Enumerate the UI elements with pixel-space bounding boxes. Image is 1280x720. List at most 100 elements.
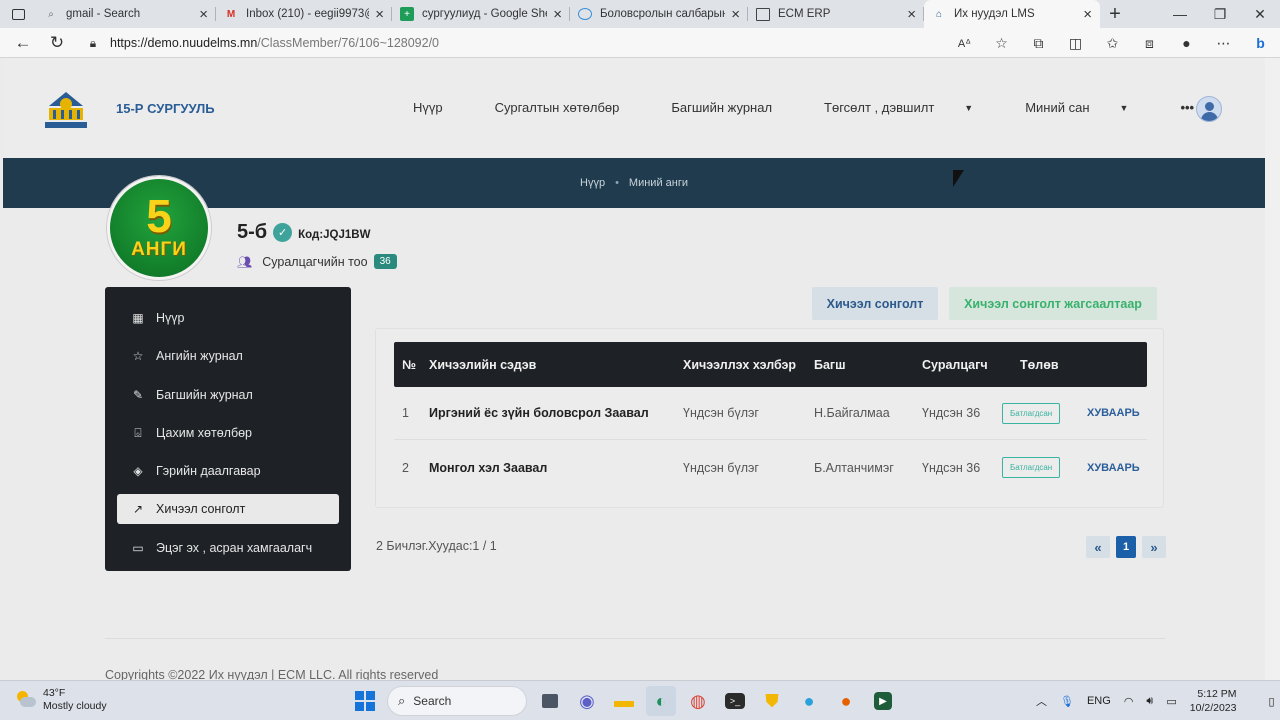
new-tab-icon[interactable]: +	[1100, 0, 1130, 28]
table-row: 2 Монгол хэл Заавал Үндсэн бүлэг Б.Алтан…	[394, 441, 1147, 494]
edge-browser-icon[interactable]: ◐	[646, 686, 676, 716]
sidebar-item-teacher-journal[interactable]: ✎ Багшийн журнал	[105, 376, 351, 414]
pagination-next-button[interactable]: »	[1142, 536, 1166, 558]
cell-form: Үндсэн бүлэг	[683, 460, 759, 475]
lms-icon: ⌂	[935, 8, 943, 20]
sidebar-item-course-selection[interactable]: ↗ Хичээл сонголт	[117, 494, 339, 525]
users-icon: 👥︎	[237, 254, 253, 269]
profile-icon[interactable]: ●	[1168, 35, 1205, 51]
app-icon[interactable]: ▶	[874, 692, 892, 710]
back-icon[interactable]: ←	[6, 33, 40, 53]
task-view-icon[interactable]	[542, 694, 558, 708]
chevron-down-icon: ▼	[1119, 102, 1129, 113]
cell-subject: Иргэний ёс зүйн боловсрол Заавал	[429, 406, 649, 420]
clock-date: 10/2/2023	[1189, 702, 1237, 714]
collections-icon[interactable]: ⧈	[1131, 35, 1168, 52]
weather-widget[interactable]: 43°F Mostly cloudy	[16, 687, 107, 713]
school-name[interactable]: 15-Р СУРГУУЛЬ	[116, 101, 215, 116]
tab-education-sector[interactable]: Боловсролын салбарын ме ×	[570, 0, 748, 28]
maximize-icon[interactable]: ❐	[1200, 0, 1240, 28]
school-logo-icon[interactable]	[41, 90, 91, 132]
security-shield-icon[interactable]: ⛊	[757, 686, 787, 716]
tab-title: Боловсролын салбарын ме	[600, 8, 726, 20]
sidebar-item-home[interactable]: ▦ Нүүр	[105, 299, 351, 337]
system-tray: ︿ 🎙︎ ENG ◠ 🔊︎ ▭ 5:12 PM 10/2/2023 ▯	[1036, 681, 1280, 720]
more-icon[interactable]: ⋯	[1205, 35, 1242, 52]
url-field[interactable]: 🔒︎ https://demo.nuudelms.mn/ClassMember/…	[84, 32, 1014, 54]
nav-curriculum[interactable]: Сургалтын хөтөлбөр	[495, 100, 646, 115]
teams-chat-icon[interactable]: ◉	[572, 686, 602, 716]
nav-home[interactable]: Нүүр	[413, 100, 469, 115]
close-icon[interactable]: ×	[907, 6, 916, 23]
close-icon[interactable]: ×	[199, 6, 208, 23]
minimize-icon[interactable]: —	[1160, 0, 1200, 28]
pagination-info: 2 Бичлэг.Хуудас:1 / 1	[376, 539, 497, 553]
language-indicator[interactable]: ENG	[1087, 695, 1111, 707]
taskbar-search[interactable]: ⌕ Search	[387, 686, 527, 716]
file-explorer-icon[interactable]: ▬	[609, 686, 639, 716]
tab-gmail-search[interactable]: ⌕ gmail - Search ×	[36, 0, 216, 28]
class-badge: 5 АНГИ	[107, 176, 211, 280]
refresh-icon[interactable]: ↻	[40, 33, 74, 53]
sidebar-item-parents[interactable]: ▭ Эцэг эх , асран хамгаалагч	[105, 528, 351, 566]
tab-sheets[interactable]: + сургуулиуд - Google Sheets ×	[392, 0, 570, 28]
gmail-icon: M	[226, 8, 236, 20]
sidebar-item-e-curriculum[interactable]: ⌺ Цахим хөтөлбөр	[105, 414, 351, 452]
schedule-link[interactable]: ХУВААРЬ	[1087, 387, 1140, 439]
start-button[interactable]	[350, 686, 380, 716]
sidebar-item-class-journal[interactable]: ☆ Ангийн журнал	[105, 337, 351, 375]
wifi-icon[interactable]: ◠	[1124, 695, 1134, 708]
lock-icon: 🔒︎	[89, 35, 97, 50]
address-bar: ← ↻ 🔒︎ https://demo.nuudelms.mn/ClassMem…	[0, 28, 1280, 58]
volume-icon[interactable]: 🔊︎	[1146, 695, 1153, 708]
sidebar-item-label: Нүүр	[156, 311, 185, 326]
browser-toolbar: Aᐞ ☆ ⧉ ◫ ✩ ⧈ ● ⋯ b	[946, 28, 1279, 58]
tab-lms[interactable]: ⌂ Их нуудэл LMS ×	[924, 0, 1100, 28]
notifications-icon[interactable]: ▯	[1268, 695, 1274, 708]
course-selection-button[interactable]: Хичээл сонголт	[812, 287, 938, 320]
firefox-icon[interactable]: ●	[831, 686, 861, 716]
user-avatar[interactable]	[1196, 96, 1222, 122]
window-controls: — ❐ ✕	[1160, 0, 1280, 28]
close-icon[interactable]: ×	[1083, 6, 1092, 23]
tab-ecm-erp[interactable]: ECM ERP ×	[748, 0, 924, 28]
verified-icon: ✓	[273, 223, 293, 242]
course-selection-list-button[interactable]: Хичээл сонголт жагсаалтаар	[949, 287, 1157, 320]
breadcrumb-home[interactable]: Нүүр	[580, 177, 605, 189]
student-count-badge: 36	[373, 254, 397, 269]
sheets-icon: +	[400, 7, 414, 21]
extensions-icon[interactable]: ⧉	[1020, 35, 1057, 52]
pagination-prev-button[interactable]: «	[1086, 536, 1110, 558]
favorite-star-icon[interactable]: ☆	[983, 35, 1020, 52]
split-screen-icon[interactable]: ◫	[1057, 35, 1094, 52]
page-scrollbar[interactable]	[1265, 58, 1280, 680]
terminal-icon[interactable]: >_	[725, 693, 745, 709]
clock[interactable]: 5:12 PM 10/2/2023	[1190, 687, 1250, 715]
close-icon[interactable]: ×	[553, 6, 562, 23]
url-path: /ClassMember/76/106~128092/0	[257, 36, 440, 50]
copilot-icon[interactable]: b	[1242, 35, 1279, 51]
close-icon[interactable]: ×	[375, 6, 384, 23]
close-window-icon[interactable]: ✕	[1240, 0, 1280, 28]
workspaces-icon[interactable]	[0, 0, 36, 28]
telegram-icon[interactable]: ●	[794, 686, 824, 716]
chrome-icon[interactable]: ◍	[683, 686, 713, 716]
favorites-icon[interactable]: ✩	[1094, 35, 1131, 52]
nav-my-library[interactable]: Миний сан ▼	[1025, 100, 1154, 115]
nav-graduation[interactable]: Төгсөлт , дэвшилт ▼	[824, 100, 999, 115]
search-icon: ⌕	[398, 693, 406, 708]
microphone-icon[interactable]: 🎙︎	[1060, 695, 1074, 708]
nav-teacher-journal[interactable]: Багшийн журнал	[671, 100, 798, 115]
page-icon	[756, 7, 770, 21]
breadcrumb-current: Миний анги	[628, 177, 688, 189]
class-badge-text: АНГИ	[131, 239, 187, 260]
schedule-link[interactable]: ХУВААРЬ	[1087, 441, 1140, 494]
tab-inbox[interactable]: M Inbox (210) - eegii9973@gm ×	[216, 0, 392, 28]
col-header-teacher: Багш	[814, 357, 846, 372]
sidebar-item-homework[interactable]: ◈ Гэрийн даалгавар	[105, 452, 351, 490]
read-aloud-icon[interactable]: Aᐞ	[946, 37, 983, 50]
chevron-up-icon[interactable]: ︿	[1036, 693, 1047, 709]
pagination-current-page[interactable]: 1	[1116, 536, 1136, 558]
battery-icon[interactable]: ▭	[1166, 695, 1176, 708]
close-icon[interactable]: ×	[731, 6, 740, 23]
